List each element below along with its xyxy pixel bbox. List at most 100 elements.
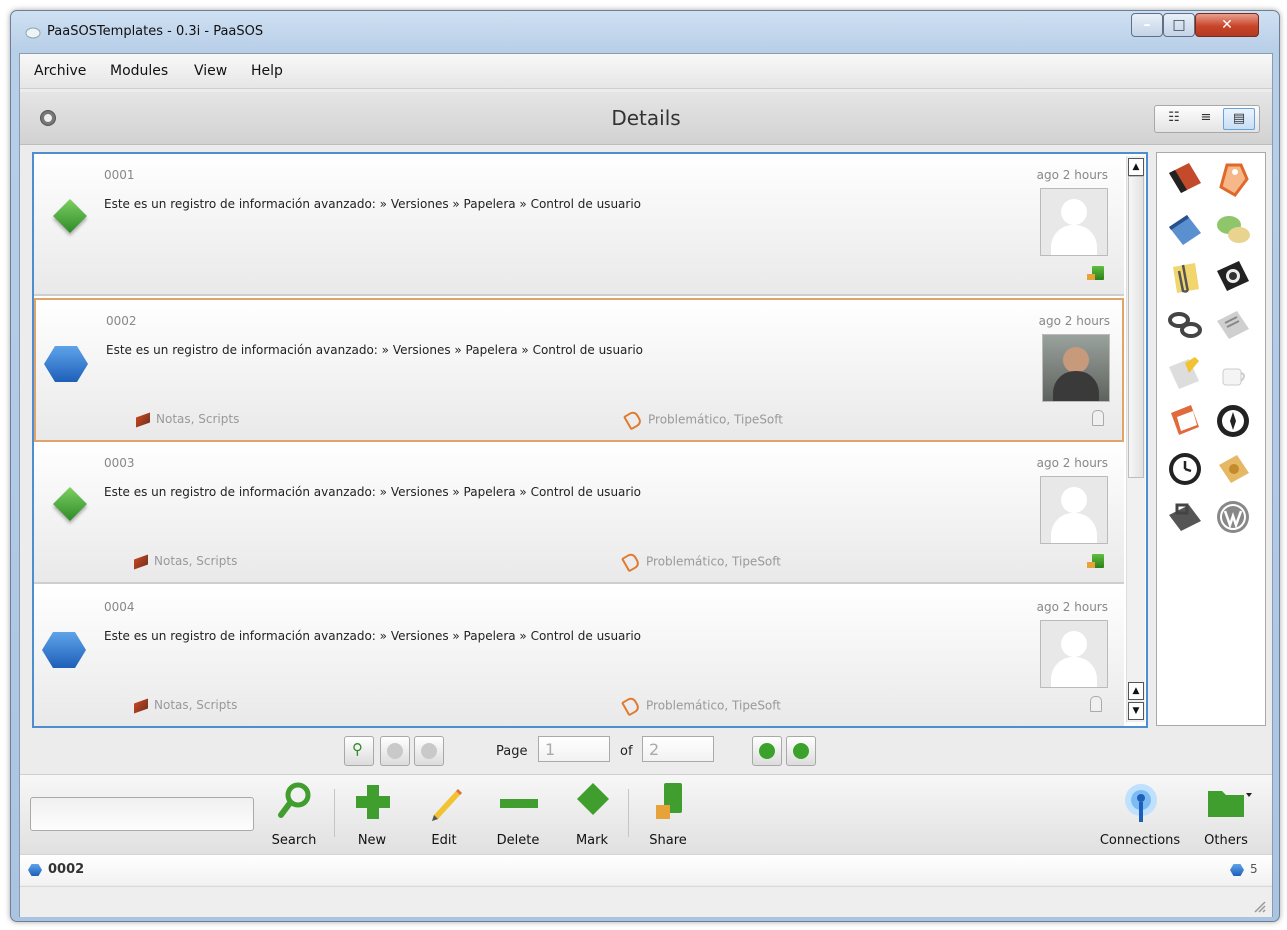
first-page-icon: [387, 743, 403, 759]
share-icon: [1087, 266, 1104, 280]
notes-icon: [134, 697, 148, 714]
maximize-icon: □: [1172, 17, 1186, 33]
connections-button[interactable]: Connections: [1098, 779, 1182, 851]
document-edit-icon[interactable]: [1165, 353, 1205, 393]
address-book-icon[interactable]: [1213, 449, 1253, 489]
menu-view[interactable]: View: [194, 63, 227, 79]
tag-icon[interactable]: [1213, 159, 1253, 199]
toolbar-separator: [628, 789, 629, 837]
view-mode-switcher: ☷ ≡ ▤: [1154, 105, 1260, 133]
notes-flag-icon[interactable]: [1165, 401, 1205, 441]
tag-icon: [622, 409, 644, 431]
record-text: Este es un registro de información avanz…: [104, 197, 642, 211]
scroll-down-button[interactable]: ▼: [1128, 702, 1144, 720]
search-input[interactable]: [30, 797, 254, 831]
antenna-icon: [1125, 784, 1157, 822]
blue-hexagon-icon: [44, 346, 88, 382]
record-time: ago 2 hours: [1036, 168, 1108, 182]
avatar: [1040, 188, 1108, 256]
chat-icon[interactable]: [1213, 209, 1253, 249]
edit-button[interactable]: Edit: [414, 779, 474, 851]
menu-modules[interactable]: Modules: [110, 63, 168, 79]
wordpress-icon[interactable]: [1213, 497, 1253, 537]
clock-icon[interactable]: [1165, 449, 1205, 489]
record-time: ago 2 hours: [1036, 456, 1108, 470]
record-row[interactable]: 0004 Este es un registro de información …: [34, 586, 1124, 726]
minimize-icon: –: [1143, 17, 1151, 33]
close-button[interactable]: ✕: [1195, 13, 1259, 37]
next-page-button[interactable]: [752, 736, 782, 766]
coffee-cup-icon[interactable]: [1213, 353, 1253, 393]
page-label: Page: [496, 744, 528, 759]
paperclip-icon[interactable]: [1165, 257, 1205, 297]
details-header: Details ☷ ≡ ▤: [20, 92, 1272, 145]
record-id: 0003: [104, 456, 135, 470]
green-diamond-icon: [53, 487, 87, 521]
main-toolbar: Search New Edit Delete Mark Share Connec…: [20, 774, 1272, 855]
scroll-up-button[interactable]: ▲: [1128, 158, 1144, 176]
delete-button[interactable]: Delete: [488, 779, 548, 851]
search-icon: [278, 782, 311, 818]
next-page-icon: [759, 743, 775, 759]
record-row[interactable]: 0001 Este es un registro de información …: [34, 154, 1124, 296]
others-button[interactable]: Others: [1190, 779, 1262, 851]
new-button[interactable]: New: [342, 779, 402, 851]
page-title: Details: [611, 106, 681, 130]
prev-page-button[interactable]: [414, 736, 444, 766]
share-button[interactable]: Share: [638, 779, 698, 851]
prev-page-icon: [421, 743, 437, 759]
record-id: 0002: [106, 314, 137, 328]
icon-view-icon[interactable]: ☷: [1159, 108, 1189, 128]
record-id: 0001: [104, 168, 135, 182]
record-tags: Problemático, TipeSoft: [620, 551, 781, 573]
zoom-button[interactable]: ⚲: [344, 736, 374, 766]
notepad-icon[interactable]: [1165, 209, 1205, 249]
notes-icon: [136, 411, 150, 428]
title-bar[interactable]: PaaSOSTemplates - 0.3i - PaaSOS – □ ✕: [11, 11, 1279, 51]
minus-icon: [500, 799, 538, 808]
bottom-bar: [20, 886, 1272, 917]
toolbar-separator: [334, 789, 335, 837]
compass-icon[interactable]: [1213, 401, 1253, 441]
last-page-button[interactable]: [786, 736, 816, 766]
page-input[interactable]: 1: [538, 736, 610, 762]
record-notes: Notas, Scripts: [134, 697, 237, 714]
record-tags: Problemático, TipeSoft: [622, 409, 783, 431]
record-row-selected[interactable]: 0002 Este es un registro de información …: [34, 298, 1124, 442]
record-time: ago 2 hours: [1038, 314, 1110, 328]
record-list: 0001 Este es un registro de información …: [32, 152, 1148, 728]
tag-icon: [620, 551, 642, 573]
app-icon: [25, 27, 41, 39]
minimize-button[interactable]: –: [1131, 13, 1163, 37]
toolbox-icon[interactable]: [1165, 497, 1205, 537]
record-text: Este es un registro de información avanz…: [104, 485, 642, 499]
selected-record-id: 0002: [48, 862, 85, 877]
scroll-thumb[interactable]: [1128, 176, 1144, 478]
share-icon: [1087, 554, 1104, 568]
floppy-disk-icon[interactable]: [1165, 159, 1205, 199]
first-page-button[interactable]: [380, 736, 410, 766]
camera-icon[interactable]: [1213, 257, 1253, 297]
mark-button[interactable]: Mark: [562, 779, 622, 851]
app-window: PaaSOSTemplates - 0.3i - PaaSOS – □ ✕ Ar…: [10, 10, 1280, 922]
avatar: [1040, 620, 1108, 688]
vertical-scrollbar[interactable]: ▲ ▲ ▼: [1126, 156, 1145, 722]
menu-help[interactable]: Help: [251, 63, 283, 79]
chain-link-icon[interactable]: [1165, 305, 1205, 345]
search-button[interactable]: Search: [264, 779, 324, 851]
menu-archive[interactable]: Archive: [34, 63, 86, 79]
avatar-photo: [1042, 334, 1110, 402]
status-bar: 0002 5: [20, 854, 1272, 885]
menu-bar: Archive Modules View Help: [20, 54, 1272, 89]
record-row[interactable]: 0003 Este es un registro de información …: [34, 442, 1124, 584]
scroll-top-button[interactable]: ▲: [1128, 682, 1144, 700]
maximize-button[interactable]: □: [1163, 13, 1195, 37]
details-view-icon[interactable]: ▤: [1223, 108, 1255, 130]
avatar: [1040, 476, 1108, 544]
newspaper-icon[interactable]: [1213, 305, 1253, 345]
list-view-icon[interactable]: ≡: [1191, 108, 1221, 128]
plus-icon: [356, 785, 390, 819]
resize-grip-icon[interactable]: [1252, 899, 1266, 913]
tag-icon: [620, 695, 642, 717]
record-time: ago 2 hours: [1036, 600, 1108, 614]
